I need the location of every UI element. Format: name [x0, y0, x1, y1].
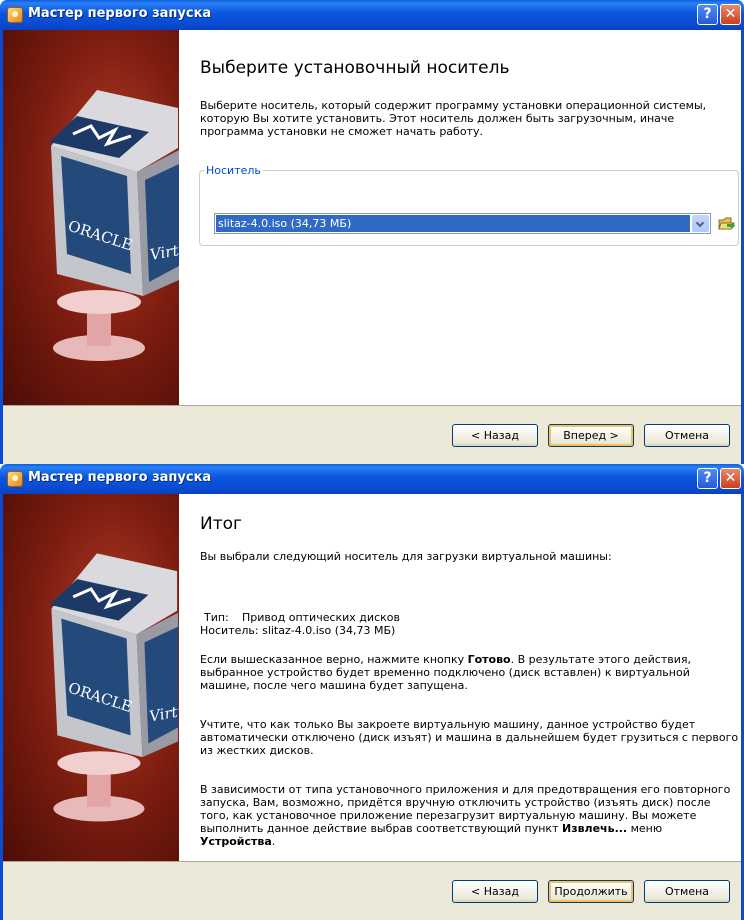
media-select[interactable]: slitaz-4.0.iso (34,73 МБ)	[214, 213, 711, 234]
virtualbox-app-icon	[7, 7, 23, 23]
page-heading: Выберите установочный носитель	[200, 58, 510, 78]
media-value: slitaz-4.0.iso (34,73 МБ)	[262, 624, 396, 637]
close-button[interactable]: ✕	[720, 4, 741, 25]
help-button[interactable]: ?	[697, 468, 718, 489]
summary-info: Тип: Привод оптических дисков Носитель: s…	[200, 611, 400, 637]
eject-text-end: .	[271, 835, 276, 848]
virtualbox-logo-panel: ORACLE Virtu	[3, 494, 179, 866]
cancel-button[interactable]: Отмена	[644, 424, 730, 447]
virtualbox-cube-icon: ORACLE Virtu	[49, 553, 179, 822]
eject-text-mid: меню	[627, 822, 663, 835]
back-button[interactable]: < Назад	[452, 880, 538, 903]
media-group-label: Носитель	[206, 164, 261, 177]
eject-keyword: Извлечь...	[561, 822, 628, 835]
page-heading: Итог	[200, 514, 242, 534]
choose-file-button[interactable]	[716, 213, 737, 234]
devices-keyword: Устройства	[200, 835, 272, 848]
help-button[interactable]: ?	[697, 4, 718, 25]
description-text: Выберите носитель, который содержит прог…	[200, 99, 707, 138]
summary-media-row: Носитель: slitaz-4.0.iso (34,73 МБ)	[200, 624, 400, 637]
cancel-button[interactable]: Отмена	[644, 880, 730, 903]
folder-open-icon	[718, 217, 735, 230]
close-button[interactable]: ✕	[720, 468, 741, 489]
continue-button[interactable]: Продолжить	[548, 880, 634, 903]
wizard-body: ORACLE Virtu Итог Вы выбрали следующий н…	[3, 494, 741, 920]
wizard-window-summary: Мастер первого запуска ? ✕ ORACLE Virtu …	[0, 464, 744, 920]
confirm-paragraph: Если вышесказанное верно, нажмите кнопку…	[200, 653, 740, 692]
button-bar: < Назад Вперед > Отмена	[3, 405, 741, 464]
window-title: Мастер первого запуска	[28, 6, 212, 21]
next-button[interactable]: Вперед >	[548, 424, 634, 447]
media-select-value: slitaz-4.0.iso (34,73 МБ)	[216, 215, 690, 232]
button-bar: < Назад Продолжить Отмена	[3, 861, 741, 920]
wizard-body: ORACLE Virtu Выберите установочный носит…	[3, 30, 741, 464]
type-value: Привод оптических дисков	[242, 611, 400, 624]
note-paragraph: Учтите, что как только Вы закроете вирту…	[200, 718, 739, 757]
type-key: Тип:	[204, 611, 229, 624]
eject-paragraph: В зависимости от типа установочного прил…	[200, 783, 740, 848]
finish-keyword: Готово	[467, 653, 511, 666]
confirm-text: Если вышесказанное верно, нажмите кнопку	[200, 653, 468, 666]
virtualbox-cube-icon: ORACLE Virtu	[49, 90, 179, 361]
wizard-window-media: Мастер первого запуска ? ✕ ORACLE Virtu …	[0, 0, 744, 464]
window-title: Мастер первого запуска	[28, 470, 212, 485]
virtualbox-logo-panel: ORACLE Virtu	[3, 30, 179, 406]
summary-type-row: Тип: Привод оптических дисков	[200, 611, 400, 624]
back-button[interactable]: < Назад	[452, 424, 538, 447]
virtualbox-app-icon	[7, 471, 23, 487]
media-key: Носитель:	[200, 624, 259, 637]
title-bar[interactable]: Мастер первого запуска ? ✕	[0, 464, 744, 494]
intro-text: Вы выбрали следующий носитель для загруз…	[200, 550, 612, 563]
chevron-down-icon[interactable]	[692, 215, 709, 232]
title-bar[interactable]: Мастер первого запуска ? ✕	[0, 0, 744, 30]
